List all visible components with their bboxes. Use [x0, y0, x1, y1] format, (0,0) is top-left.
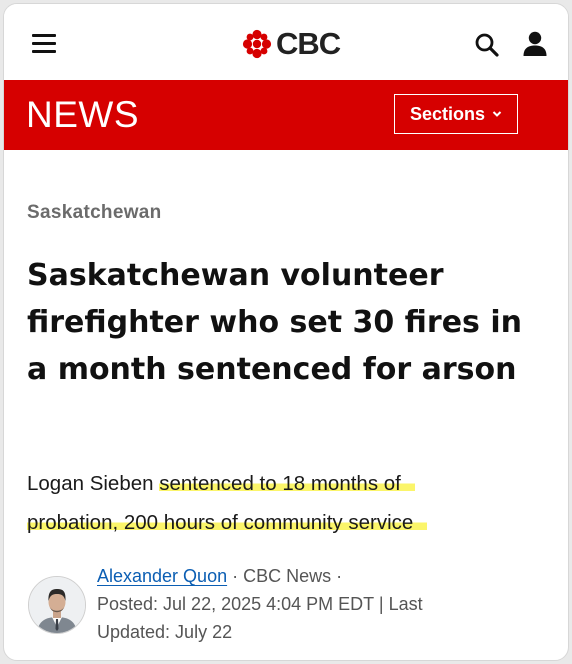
- byline-outlet: CBC News: [243, 566, 332, 586]
- menu-icon[interactable]: [32, 34, 56, 54]
- logo-text: CBC: [276, 26, 341, 61]
- chevron-down-icon: [492, 111, 502, 117]
- user-icon[interactable]: [522, 30, 548, 58]
- deck-name: Logan Sieben: [27, 472, 154, 495]
- article-deck: Logan Sieben sentenced to 18 months of p…: [27, 464, 547, 542]
- search-icon[interactable]: [474, 32, 500, 58]
- cbc-gem-icon: [242, 29, 272, 59]
- author-link[interactable]: Alexander Quon: [97, 566, 227, 586]
- sections-button[interactable]: Sections: [394, 94, 518, 134]
- byline-separator-2: ·: [336, 566, 343, 586]
- cbc-logo[interactable]: CBC: [242, 26, 341, 62]
- top-navigation-bar: CBC: [4, 4, 568, 80]
- article-byline: Alexander Quon · CBC News · Posted: Jul …: [97, 562, 527, 646]
- deck-highlight-line-2: probation, 200 hours of community servic…: [27, 511, 428, 534]
- article-headline: Saskatchewan volunteer firefighter who s…: [27, 258, 522, 387]
- updated-prefix: Last: [388, 594, 423, 614]
- author-photo-icon: [29, 577, 85, 633]
- news-title[interactable]: NEWS: [26, 94, 139, 136]
- posted-date: Posted: Jul 22, 2025 4:04 PM EDT: [97, 594, 374, 614]
- sections-label: Sections: [409, 103, 486, 124]
- byline-pipe: |: [378, 594, 384, 614]
- article-section-label[interactable]: Saskatchewan: [27, 202, 162, 224]
- author-avatar[interactable]: [28, 576, 86, 634]
- news-section-bar: NEWS Sections: [4, 80, 568, 150]
- updated-date: Updated: July 22: [97, 622, 233, 642]
- screenshot-frame: CBC NEWS Sections Saskatchewan Saskatche…: [3, 3, 569, 661]
- deck-highlight-line-1: sentenced to 18 months of: [159, 472, 415, 495]
- byline-separator: ·: [232, 566, 239, 586]
